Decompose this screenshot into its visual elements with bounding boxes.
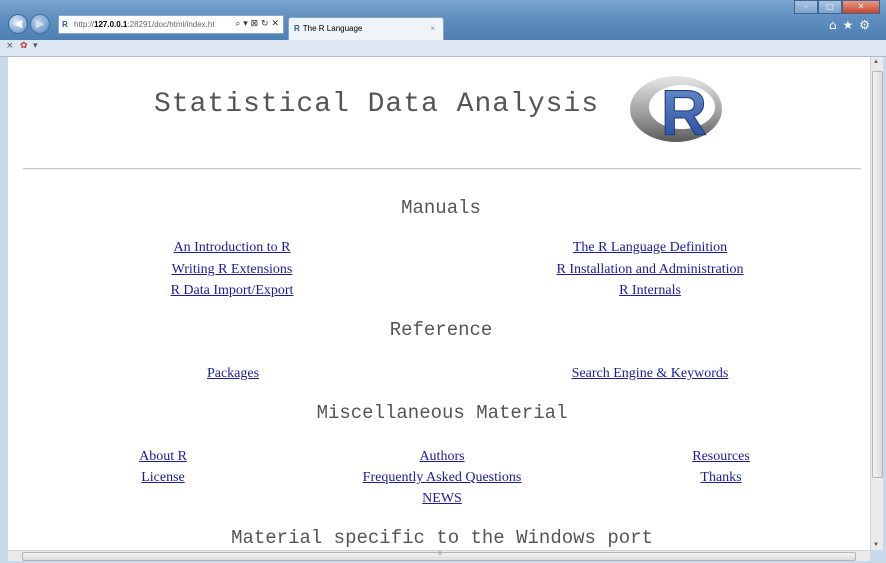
close-bar-icon[interactable]: × [6,41,14,51]
link-r-language-definition[interactable]: The R Language Definition [573,240,727,256]
minimize-button[interactable]: – [794,0,818,14]
section-misc: Miscellaneous Material [316,402,568,424]
r-logo-icon: R [630,76,722,149]
home-icon[interactable]: ⌂ [829,18,843,32]
r-logo-letter: R [661,77,707,149]
r-favicon-icon: R [294,24,300,33]
address-prefix: http:// [74,20,95,29]
command-bar: × ✿ ▾ [0,40,886,57]
link-faq[interactable]: Frequently Asked Questions [363,470,522,486]
tab-the-r-language[interactable]: R The R Language × [288,17,444,41]
scroll-down-icon[interactable]: ▼ [873,542,879,548]
section-reference: Reference [389,319,493,341]
window-frame [0,57,8,563]
tab-close-icon[interactable]: × [430,18,435,40]
browser-titlebar: ◀ ▶ Rhttp://127.0.0.1:28291/doc/html/ind… [0,0,886,41]
addon-icon[interactable]: ✿ [20,41,28,51]
addon-dropdown-icon[interactable]: ▾ [33,41,38,51]
vertical-scrollbar[interactable]: ▲ ▼ [870,57,883,550]
section-windows-port: Material specific to the Windows port [231,527,653,549]
tab-title: The R Language [302,24,363,33]
link-r-internals[interactable]: R Internals [619,283,681,299]
r-favicon-icon: R [62,20,68,29]
vertical-scroll-thumb[interactable] [872,71,883,478]
link-writing-r-extensions[interactable]: Writing R Extensions [172,262,293,278]
link-license[interactable]: License [141,470,185,486]
link-packages[interactable]: Packages [207,366,259,382]
favorites-star-icon[interactable]: ★ [842,18,859,32]
link-thanks[interactable]: Thanks [700,470,741,486]
scroll-grip-icon: ≡ [438,551,442,557]
link-r-data-import-export[interactable]: R Data Import/Export [171,283,294,299]
address-tools[interactable]: ⌕ ▾ ⊠ ↻ ✕ [235,16,279,33]
link-search-engine[interactable]: Search Engine & Keywords [572,366,729,382]
page-content: Statistical Data Analysis R Manuals An I… [8,57,870,550]
window-controls: – □ ✕ [794,0,880,14]
address-bar[interactable]: Rhttp://127.0.0.1:28291/doc/html/index.h… [58,15,284,34]
page-title: Statistical Data Analysis [154,89,600,120]
forward-button[interactable]: ▶ [30,14,50,34]
link-news[interactable]: NEWS [422,491,462,507]
address-path: :28291/doc/html/index.ht [127,20,215,29]
link-about-r[interactable]: About R [139,449,187,465]
maximize-button[interactable]: □ [818,0,842,14]
link-r-installation-admin[interactable]: R Installation and Administration [556,262,743,278]
link-resources[interactable]: Resources [692,449,750,465]
toolbar-icons: ⌂★⚙ [829,18,876,32]
address-host: 127.0.0.1 [94,20,128,29]
close-window-button[interactable]: ✕ [842,0,880,14]
link-authors[interactable]: Authors [419,449,464,465]
back-button[interactable]: ◀ [8,14,28,34]
gear-icon[interactable]: ⚙ [859,18,876,32]
scroll-up-icon[interactable]: ▲ [873,59,879,65]
horizontal-scrollbar[interactable]: ≡ [8,550,870,561]
header-divider [23,168,861,170]
link-intro-to-r[interactable]: An Introduction to R [173,240,290,256]
section-manuals: Manuals [401,197,481,219]
